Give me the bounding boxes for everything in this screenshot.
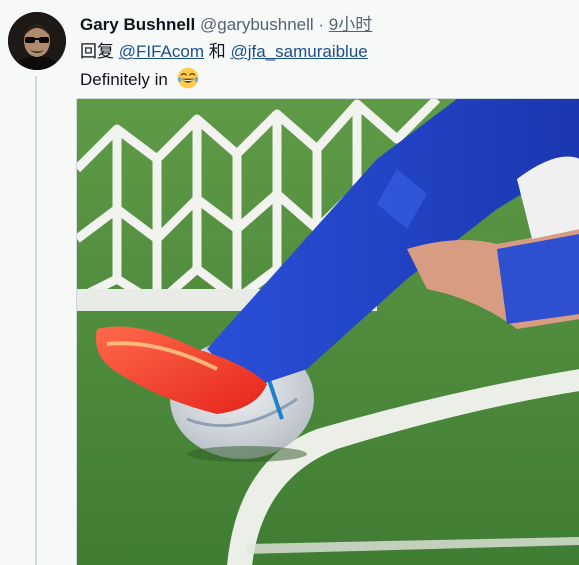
tweet-media-photo[interactable] (76, 98, 579, 565)
mention-fifacom[interactable]: @FIFAcom (119, 42, 204, 61)
tweet-reply[interactable]: Gary Bushnell @garybushnell · 9小时 回复 @FI… (0, 0, 579, 565)
tweet-text: Definitely in (80, 67, 199, 91)
avatar[interactable] (8, 12, 66, 70)
photo-image (77, 99, 579, 565)
tears-of-joy-emoji-icon (177, 67, 198, 89)
tweet-timestamp[interactable]: 9小时 (329, 15, 372, 34)
avatar-image (8, 12, 66, 70)
display-name[interactable]: Gary Bushnell (80, 15, 195, 34)
header-separator: · (318, 15, 325, 34)
replying-to: 回复 @FIFAcom 和 @jfa_samuraiblue (80, 41, 368, 63)
tweet-body: Definitely in (80, 70, 168, 89)
reply-prefix: 回复 (80, 42, 114, 61)
tweet-header: Gary Bushnell @garybushnell · 9小时 (80, 14, 372, 36)
user-handle[interactable]: @garybushnell (200, 15, 314, 34)
mention-jfa-samuraiblue[interactable]: @jfa_samuraiblue (230, 42, 367, 61)
thread-connector-line (35, 76, 37, 565)
mention-joiner: 和 (208, 42, 226, 61)
